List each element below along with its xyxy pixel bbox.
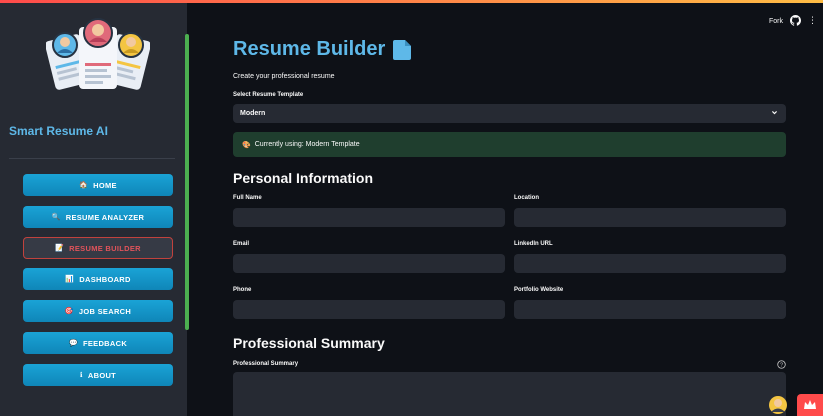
nav-home-button[interactable]: 🏠 HOME [23,174,173,196]
location-input[interactable] [514,208,786,227]
portfolio-input[interactable] [514,300,786,319]
document-icon: 📝 [55,245,65,252]
crown-icon [804,400,816,409]
more-menu-icon[interactable]: ⋮ [808,16,817,25]
phone-input[interactable] [233,300,505,319]
sidebar-divider [9,158,175,159]
info-icon: ℹ [79,372,83,379]
template-status-alert: 🎨 Currently using: Modern Template [233,132,786,157]
template-select[interactable]: Modern [233,104,786,123]
email-label: Email [233,241,250,247]
page-subtitle: Create your professional resume [233,73,335,80]
app-header: Fork ⋮ [187,3,823,31]
svg-text:?: ? [780,363,783,369]
summary-label: Professional Summary [233,361,299,367]
page-title: Resume Builder [233,38,412,61]
portfolio-label: Portfolio Website [514,287,564,293]
full-name-input[interactable] [233,208,505,227]
streamlit-badge-button[interactable] [797,394,823,416]
nav-dashboard-button[interactable]: 📊 DASHBOARD [23,268,173,290]
personal-info-heading: Personal Information [233,170,374,186]
page-title-text: Resume Builder [233,38,386,60]
chart-icon: 📊 [65,276,75,283]
main-content: Resume Builder Create your professional … [187,31,823,416]
nav-resume-builder-button[interactable]: 📝 RESUME BUILDER [23,237,173,259]
nav-resume-builder-label: RESUME BUILDER [69,243,141,253]
chat-icon: 💬 [68,340,78,347]
linkedin-input[interactable] [514,254,786,273]
target-icon: 🎯 [64,308,74,315]
help-icon[interactable]: ? [777,360,786,369]
nav-feedback-label: FEEDBACK [82,338,128,348]
document-icon [393,39,412,60]
nav-about-button[interactable]: ℹ ABOUT [23,364,173,386]
nav-resume-analyzer-button[interactable]: 🔍 RESUME ANALYZER [23,206,173,228]
nav-job-search-button[interactable]: 🎯 JOB SEARCH [23,300,173,322]
template-status-text: Currently using: Modern Template [254,141,360,148]
fork-link[interactable]: Fork [769,18,783,25]
summary-textarea[interactable] [233,372,786,416]
nav-feedback-button[interactable]: 💬 FEEDBACK [23,332,173,354]
nav-job-search-label: JOB SEARCH [78,306,132,316]
home-icon: 🏠 [79,182,89,189]
phone-label: Phone [233,287,252,293]
summary-heading: Professional Summary [233,335,385,351]
sidebar: Smart Resume AI 🏠 HOME 🔍 RESUME ANALYZER… [0,3,187,416]
palette-icon: 🎨 [242,141,251,149]
template-select-label: Select Resume Template [233,92,304,98]
resume-logo-icon [45,11,151,99]
github-icon[interactable] [790,15,801,26]
nav-resume-analyzer-label: RESUME ANALYZER [65,212,145,222]
full-name-label: Full Name [233,195,262,201]
brand-name: Smart Resume AI [9,124,108,138]
template-select-value: Modern [240,110,266,117]
email-input[interactable] [233,254,505,273]
app-window: Smart Resume AI 🏠 HOME 🔍 RESUME ANALYZER… [0,0,823,416]
nav-about-label: ABOUT [87,370,117,380]
location-label: Location [514,195,539,201]
linkedin-label: LinkedIn URL [514,241,553,247]
nav-home-label: HOME [93,180,117,190]
search-icon: 🔍 [51,214,61,221]
nav-dashboard-label: DASHBOARD [79,274,131,284]
user-avatar-icon[interactable] [768,395,788,415]
chevron-down-icon [772,111,777,115]
